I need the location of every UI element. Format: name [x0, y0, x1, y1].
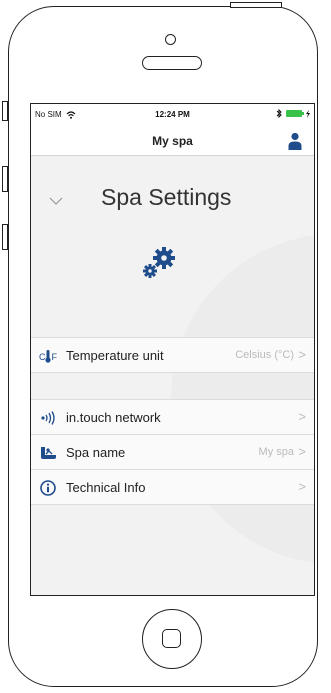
temperature-unit-row[interactable]: C F Temperature unit Celsius (°C) > — [31, 337, 314, 373]
celsius-letter: C — [39, 352, 46, 362]
chevron-down-icon[interactable] — [49, 196, 63, 206]
earpiece-speaker — [142, 56, 202, 70]
battery-icon — [286, 110, 304, 117]
status-time: 12:24 PM — [155, 110, 190, 119]
chevron-right-icon: > — [298, 409, 306, 424]
spa-name-label: Spa name — [66, 445, 126, 460]
power-button — [230, 2, 282, 8]
status-right-group — [276, 109, 310, 118]
technical-info-row[interactable]: Technical Info > — [31, 469, 314, 505]
chevron-right-icon: > — [298, 479, 306, 494]
navigation-bar: My spa — [31, 126, 314, 156]
spa-tub-icon — [41, 447, 56, 459]
front-camera — [165, 34, 176, 45]
section-title: Spa Settings — [101, 184, 232, 210]
mute-switch — [2, 101, 8, 121]
home-button-square — [162, 629, 181, 648]
temperature-unit-value: Celsius (°C) — [235, 349, 294, 361]
technical-info-label: Technical Info — [66, 480, 146, 495]
gears-icon — [143, 247, 175, 278]
temperature-unit-label: Temperature unit — [66, 348, 164, 363]
spa-name-row[interactable]: Spa name My spa > — [31, 434, 314, 470]
network-signal-icon — [41, 411, 55, 425]
chevron-right-icon: > — [298, 444, 306, 459]
info-icon — [40, 480, 56, 496]
status-bar: No SIM 12:24 PM — [31, 104, 314, 126]
chevron-right-icon: > — [298, 347, 306, 362]
app-screen: No SIM 12:24 PM My spa Spa Settings C F … — [30, 103, 315, 596]
intouch-network-row[interactable]: in.touch network > — [31, 399, 314, 435]
nav-title: My spa — [152, 134, 193, 148]
home-button[interactable] — [142, 609, 202, 669]
fahrenheit-letter: F — [52, 352, 58, 362]
bluetooth-icon — [276, 109, 282, 118]
thermometer-icon: C F — [39, 350, 58, 363]
volume-down-button — [2, 224, 8, 250]
charging-icon — [306, 109, 310, 118]
intouch-network-label: in.touch network — [66, 410, 161, 425]
volume-up-button — [2, 166, 8, 192]
spa-name-value: My spa — [258, 446, 294, 458]
section-header[interactable]: Spa Settings — [31, 184, 314, 224]
user-profile-icon[interactable] — [288, 132, 302, 150]
